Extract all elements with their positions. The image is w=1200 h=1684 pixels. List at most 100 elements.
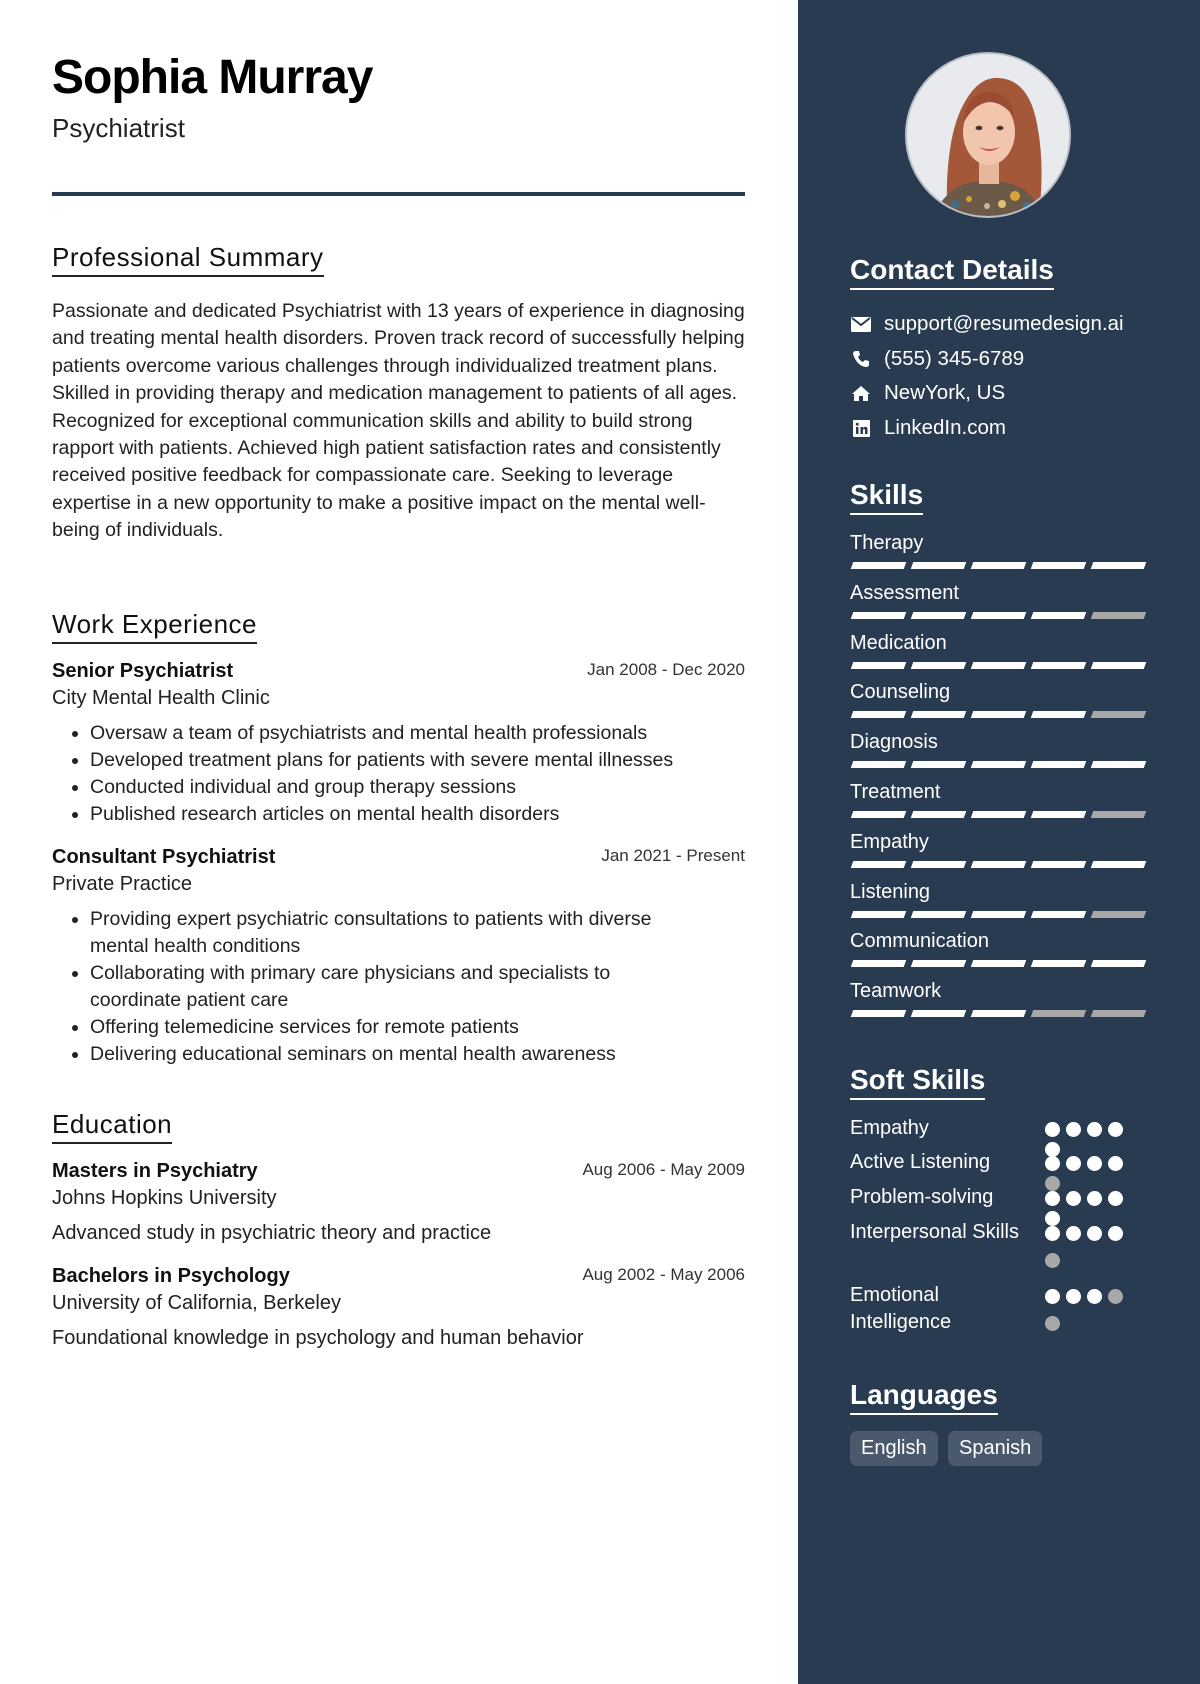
soft-skills-heading: Soft Skills <box>850 1063 986 1100</box>
skill-level-segment-filled <box>970 611 1027 619</box>
job-dates: Jan 2021 - Present <box>601 846 745 865</box>
skill-level-segment-filled <box>850 811 907 818</box>
education-heading: Education <box>52 1108 173 1144</box>
candidate-title: Psychiatrist <box>52 113 185 143</box>
skill-level-segment-empty <box>1090 1010 1147 1018</box>
level-dot-empty <box>1045 1253 1060 1268</box>
job-bullet: Offering telemedicine services for remot… <box>90 1014 705 1041</box>
skill-item: Teamwork <box>850 978 1150 1018</box>
skill-level-segment-filled <box>850 960 907 968</box>
skill-item: Medication <box>850 630 1150 669</box>
skill-level-segment-filled <box>1030 860 1087 868</box>
soft-skill-label: Problem-solving <box>850 1186 994 1208</box>
skill-level-segment-filled <box>850 562 907 569</box>
soft-skill-item: Active Listening <box>850 1149 1180 1191</box>
job-bullet: Developed treatment plans for patients w… <box>90 747 745 774</box>
contact-email[interactable]: support@resumedesign.ai <box>850 309 1124 339</box>
job-bullet: Oversaw a team of psychiatrists and ment… <box>90 720 745 747</box>
skill-level-segment-filled <box>1030 611 1087 619</box>
level-dot-filled <box>1045 1156 1060 1171</box>
skill-label: Treatment <box>850 781 941 803</box>
skill-level-segment-filled <box>970 562 1027 569</box>
level-dot-empty <box>1108 1289 1123 1304</box>
skill-level-segment-filled <box>910 562 967 569</box>
skills-heading: Skills <box>850 478 924 515</box>
soft-skill-item: Emotional Intelligence <box>850 1282 1180 1336</box>
soft-skill-level-dots <box>1045 1191 1131 1226</box>
skill-level-segment-filled <box>910 761 967 769</box>
level-dot-filled <box>1087 1226 1102 1241</box>
skill-level-bars <box>850 1010 1150 1018</box>
contact-heading: Contact Details <box>850 253 1054 290</box>
skill-level-segment-filled <box>1090 661 1147 669</box>
skill-label: Empathy <box>850 830 929 853</box>
profile-photo <box>905 52 1071 218</box>
skill-level-segment-filled <box>1090 761 1147 769</box>
contact-linkedin[interactable]: LinkedIn.com <box>850 413 1006 443</box>
job-organization: Private Practice <box>52 873 193 895</box>
skill-level-bars <box>850 811 1150 818</box>
skill-item: Diagnosis <box>850 729 1150 769</box>
level-dot-empty <box>1045 1316 1060 1331</box>
job-bullets: Oversaw a team of psychiatrists and ment… <box>52 720 745 828</box>
skill-level-bars <box>850 661 1150 669</box>
skill-level-segment-filled <box>1030 910 1087 918</box>
contact-linkedin-text: LinkedIn.com <box>884 416 1006 439</box>
skill-level-segment-filled <box>970 811 1027 818</box>
skill-level-segment-filled <box>850 860 907 868</box>
soft-skill-label: Interpersonal Skills <box>850 1221 1019 1243</box>
contact-phone-text: (555) 345-6789 <box>884 347 1025 370</box>
level-dot-filled <box>1066 1226 1081 1241</box>
contact-location-text: NewYork, US <box>884 381 1006 404</box>
education-description: Foundational knowledge in psychology and… <box>52 1327 584 1349</box>
level-dot-filled <box>1087 1156 1102 1171</box>
level-dot-filled <box>1108 1122 1123 1137</box>
skill-level-bars <box>850 860 1150 868</box>
level-dot-filled <box>1108 1156 1123 1171</box>
level-dot-filled <box>1087 1289 1102 1304</box>
soft-skill-level-dots <box>1045 1289 1131 1331</box>
skill-level-segment-empty <box>1030 1010 1087 1018</box>
job-entry: Senior Psychiatrist Jan 2008 - Dec 2020 … <box>52 657 745 828</box>
skill-level-segment-filled <box>910 910 967 918</box>
skill-level-segment-empty <box>1090 910 1147 918</box>
level-dot-filled <box>1045 1226 1060 1241</box>
skill-level-segment-filled <box>910 960 967 968</box>
skill-level-bars <box>850 910 1150 918</box>
skill-level-segment-empty <box>1090 711 1147 719</box>
soft-skill-item: Empathy <box>850 1115 1180 1157</box>
skill-level-segment-filled <box>910 611 967 619</box>
education-dates: Aug 2002 - May 2006 <box>582 1265 745 1284</box>
skill-level-segment-filled <box>1090 860 1147 868</box>
education-entry: Bachelors in Psychology Aug 2002 - May 2… <box>52 1262 745 1352</box>
skill-label: Assessment <box>850 581 959 604</box>
level-dot-filled <box>1108 1226 1123 1241</box>
level-dot-filled <box>1108 1191 1123 1206</box>
level-dot-filled <box>1066 1289 1081 1304</box>
skill-level-segment-filled <box>1090 960 1147 968</box>
skill-level-bars <box>850 611 1150 619</box>
languages-heading: Languages <box>850 1378 998 1415</box>
skill-level-bars <box>850 562 1150 569</box>
skill-level-segment-filled <box>910 860 967 868</box>
school: Johns Hopkins University <box>52 1187 277 1209</box>
level-dot-filled <box>1066 1156 1081 1171</box>
skill-item: Empathy <box>850 829 1150 868</box>
skill-level-segment-filled <box>970 661 1027 669</box>
skill-level-segment-filled <box>970 960 1027 968</box>
skill-item: Assessment <box>850 580 1150 619</box>
summary-text: Passionate and dedicated Psychiatrist wi… <box>52 300 745 542</box>
contact-email-text: support@resumedesign.ai <box>884 312 1124 335</box>
job-bullets: Providing expert psychiatric consultatio… <box>52 906 745 1068</box>
skill-level-segment-filled <box>850 910 907 918</box>
level-dot-filled <box>1087 1191 1102 1206</box>
contact-phone[interactable]: (555) 345-6789 <box>850 344 1024 374</box>
education-dates: Aug 2006 - May 2009 <box>582 1160 745 1179</box>
job-bullet: Collaborating with primary care physicia… <box>90 960 705 1014</box>
job-bullet: Providing expert psychiatric consultatio… <box>90 906 705 960</box>
language-pill: Spanish <box>948 1431 1043 1466</box>
skill-label: Communication <box>850 930 989 953</box>
skill-level-segment-filled <box>970 711 1027 719</box>
soft-skill-label: Active Listening <box>850 1151 991 1173</box>
header-divider <box>52 192 745 196</box>
